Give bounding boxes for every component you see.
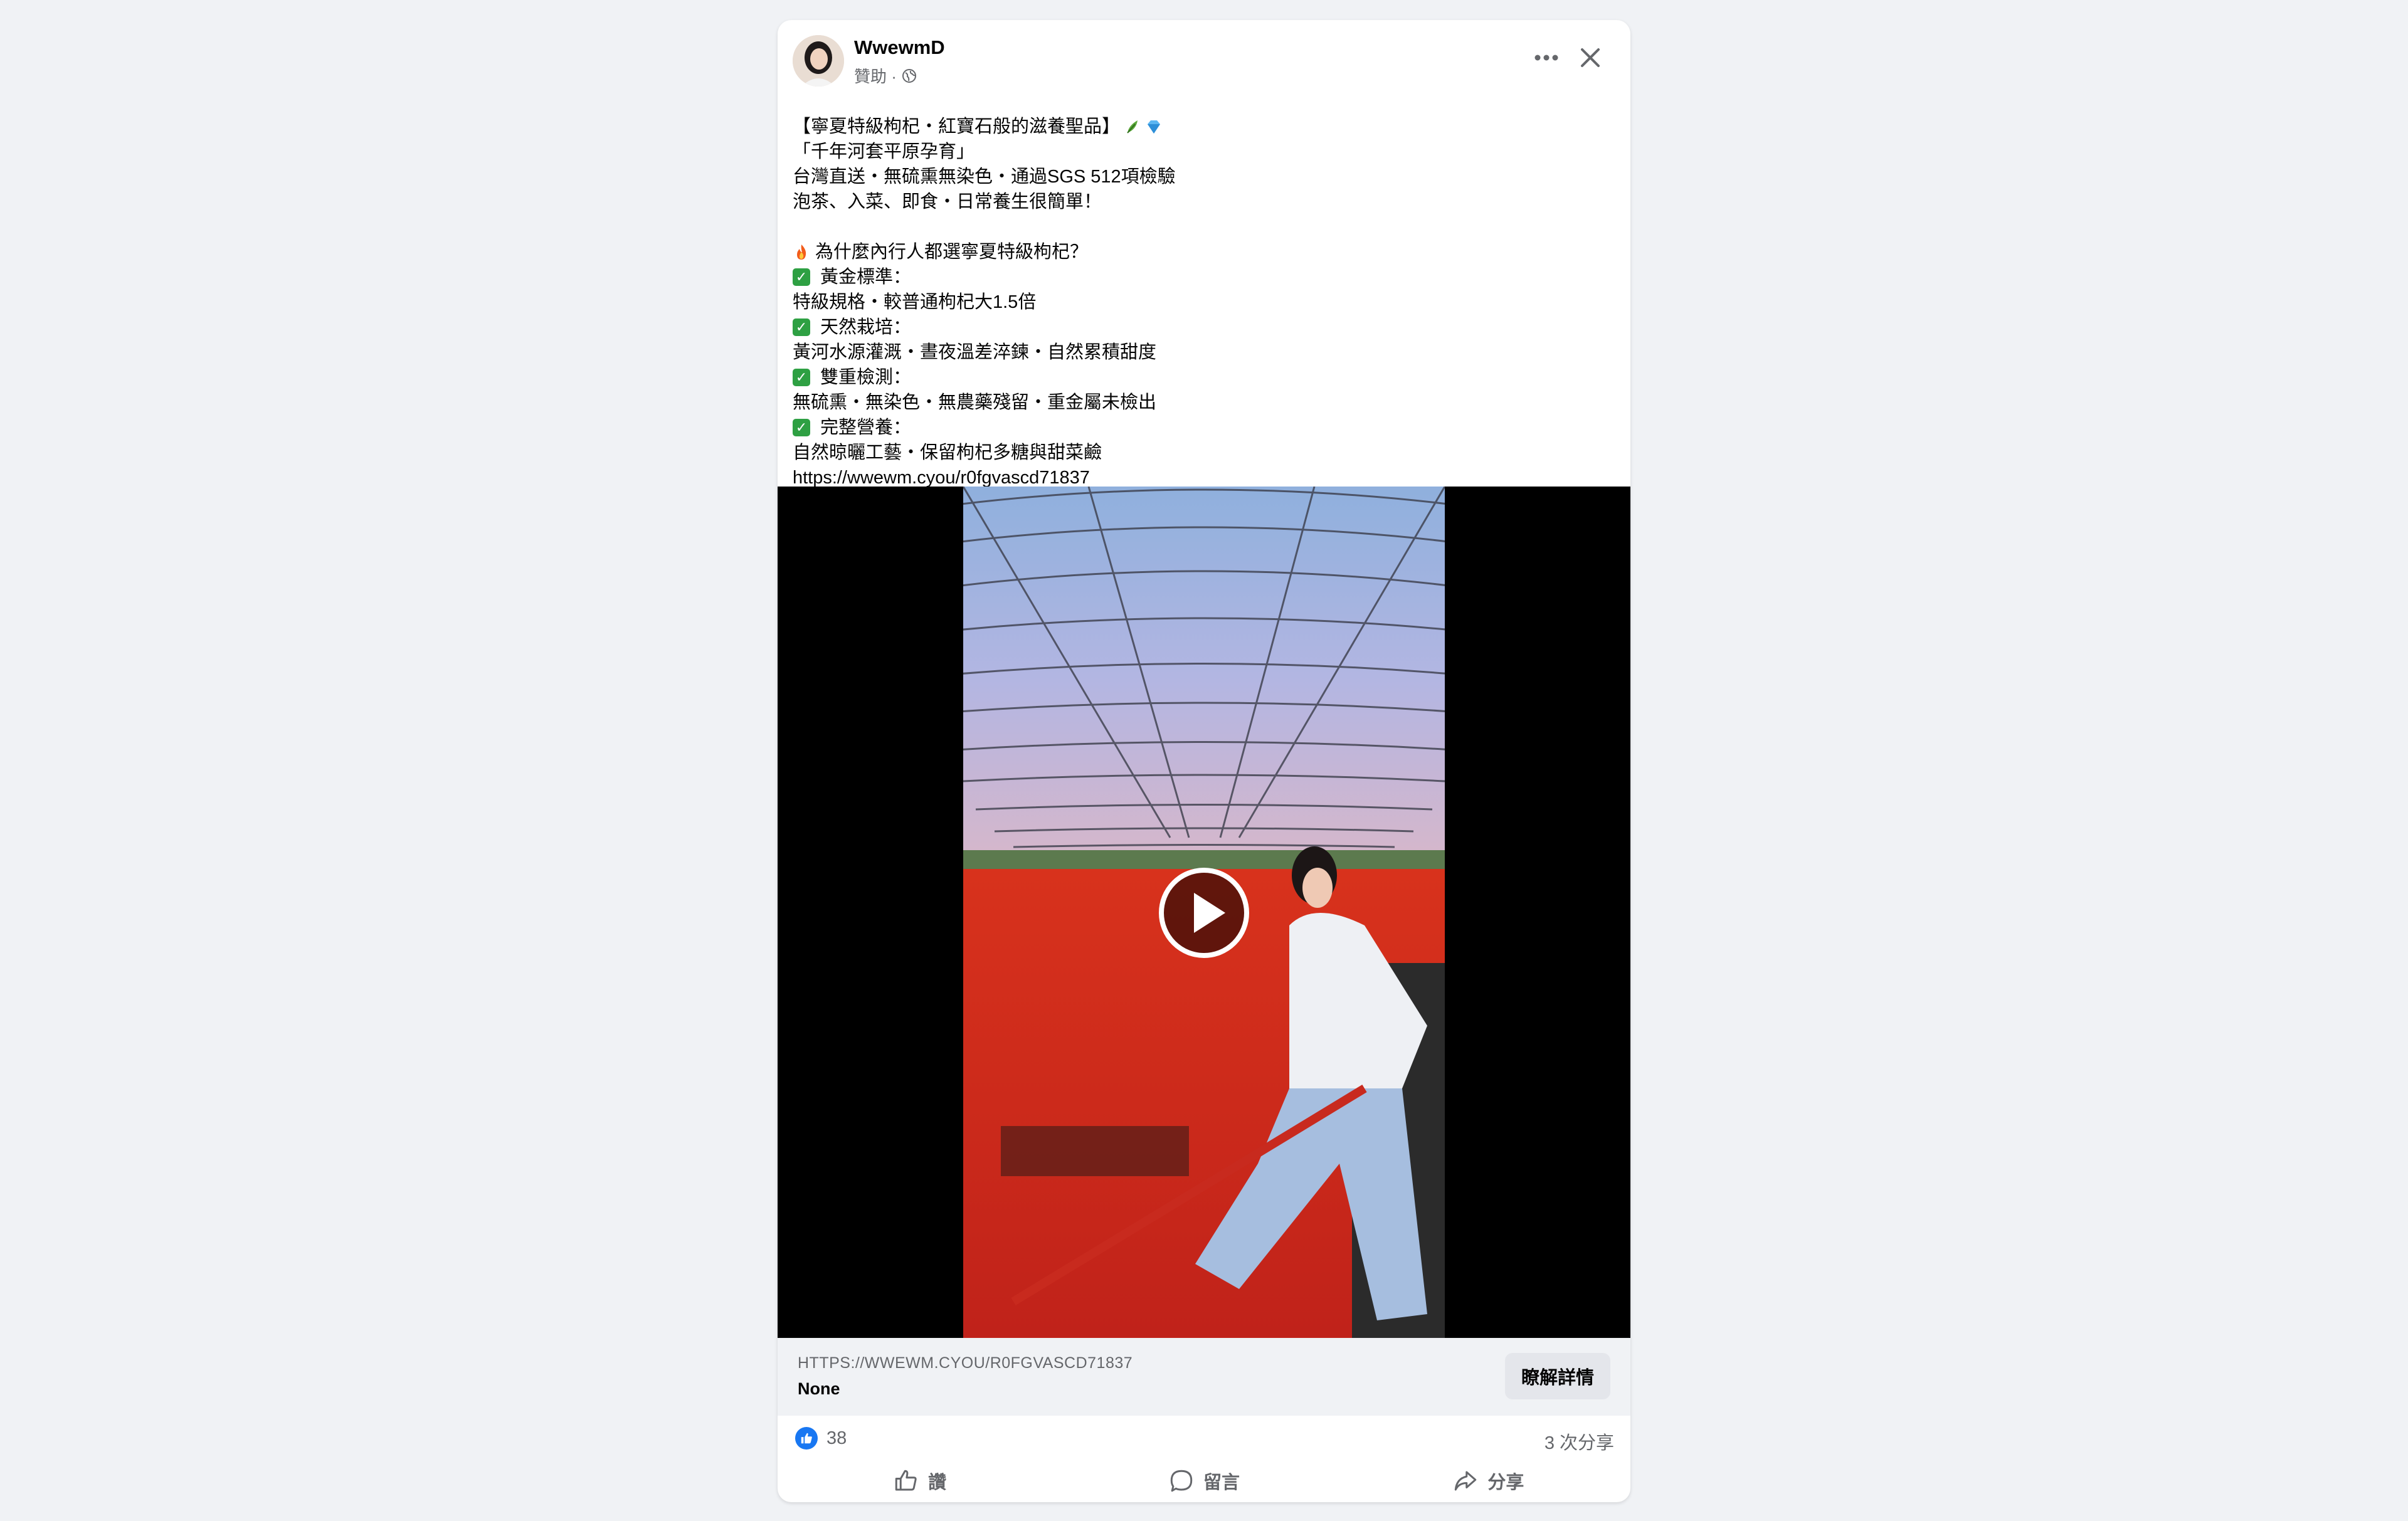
like-reaction-icon[interactable] <box>795 1427 818 1450</box>
action-bar: 讚 留言 分享 <box>778 1460 1630 1502</box>
post-header: WwewmD 贊助 · <box>778 20 1630 95</box>
post-line-text: 無硫熏・無染色・無農藥殘留・重金屬未檢出 <box>793 392 1157 413</box>
post-line: 特級規格・較普通枸杞大1.5倍 <box>793 290 1608 315</box>
post-line: 自然晾曬工藝・保留枸杞多糖與甜菜鹼 <box>793 440 1608 465</box>
post-line: 無硫熏・無染色・無農藥殘留・重金屬未檢出 <box>793 390 1608 415</box>
video-player[interactable] <box>778 487 1630 1338</box>
post-line: ✓ 黃金標準： <box>793 265 1608 290</box>
post-line-text: 【寧夏特級枸杞・紅寶石般的滋養聖品】 <box>793 117 1121 137</box>
like-label: 讚 <box>928 1473 947 1493</box>
post-line-text: 為什麼內行人都選寧夏特級枸杞？ <box>815 242 1089 262</box>
post-message: 【寧夏特級枸杞・紅寶石般的滋養聖品】 「千年河套平原孕育」 台灣直送・無硫熏無染… <box>793 114 1608 490</box>
share-count[interactable]: 3 次分享 <box>1545 1428 1614 1455</box>
check-icon: ✓ <box>793 318 810 336</box>
avatar[interactable] <box>793 35 844 87</box>
link-url: HTTPS://WWEWM.CYOU/R0FGVASCD71837 <box>798 1354 1133 1372</box>
close-icon <box>1581 48 1600 67</box>
sponsored-meta: 贊助 · <box>854 64 917 87</box>
post-line-text: 完整營養： <box>820 418 912 438</box>
share-label: 分享 <box>1487 1473 1524 1493</box>
post-line: ✓ 天然栽培： <box>793 315 1608 340</box>
comment-icon <box>1170 1470 1193 1492</box>
play-icon[interactable] <box>1158 866 1250 959</box>
post-line: 為什麼內行人都選寧夏特級枸杞？ <box>793 239 1608 265</box>
like-count[interactable]: 38 <box>826 1428 847 1449</box>
post-line-text: 泡茶、入菜、即食・日常養生很簡單！ <box>793 192 1102 212</box>
post-line-text: 雙重檢測： <box>820 367 912 387</box>
more-options-button[interactable] <box>1528 45 1565 70</box>
comment-button[interactable]: 留言 <box>1062 1460 1346 1502</box>
link-title: None <box>798 1379 840 1398</box>
share-button[interactable]: 分享 <box>1346 1460 1630 1502</box>
post-line: 【寧夏特級枸杞・紅寶石般的滋養聖品】 <box>793 114 1608 139</box>
check-icon: ✓ <box>793 419 810 436</box>
check-icon: ✓ <box>793 268 810 286</box>
post-line-text: 特級規格・較普通枸杞大1.5倍 <box>793 292 1037 312</box>
post-line-text: 「千年河套平原孕育」 <box>793 142 975 162</box>
learn-more-button[interactable]: 瞭解詳情 <box>1504 1353 1610 1399</box>
more-icon <box>1534 55 1558 61</box>
post-line: 黃河水源灌溉・晝夜溫差淬鍊・自然累積甜度 <box>793 340 1608 365</box>
like-button[interactable]: 讚 <box>778 1460 1062 1502</box>
post-line: 台灣直送・無硫熏無染色・通過SGS 512項檢驗 <box>793 164 1608 189</box>
close-button[interactable] <box>1573 40 1608 75</box>
post-line: 「千年河套平原孕育」 <box>793 139 1608 164</box>
post-line: 泡茶、入菜、即食・日常養生很簡單！ <box>793 189 1608 214</box>
post-line-text: 台灣直送・無硫熏無染色・通過SGS 512項檢驗 <box>793 167 1176 187</box>
herb-icon <box>1127 120 1138 134</box>
share-icon <box>1455 1471 1477 1491</box>
post-line-text: 黃河水源灌溉・晝夜溫差淬鍊・自然累積甜度 <box>793 342 1157 362</box>
link-preview[interactable]: HTTPS://WWEWM.CYOU/R0FGVASCD71837 None 瞭… <box>778 1338 1630 1416</box>
post-line-text: 自然晾曬工藝・保留枸杞多糖與甜菜鹼 <box>793 443 1102 463</box>
globe-icon <box>902 68 916 83</box>
sponsored-label: 贊助 · <box>854 67 897 86</box>
page-name[interactable]: WwewmD <box>854 36 945 59</box>
thumbs-up-icon <box>895 1470 917 1491</box>
fire-icon <box>797 245 806 260</box>
comment-label: 留言 <box>1203 1473 1240 1493</box>
post-line: ✓ 雙重檢測： <box>793 365 1608 390</box>
gem-icon <box>1148 120 1161 134</box>
reaction-stats: 38 3 次分享 <box>778 1416 1630 1460</box>
post-line-text: 天然栽培： <box>820 317 912 337</box>
post-line-text: 黃金標準： <box>820 267 912 287</box>
ad-post-card: WwewmD 贊助 · 【寧夏特級枸杞・紅寶石般的滋養聖品】 「千年河套平原孕育… <box>778 20 1630 1502</box>
post-line: ✓ 完整營養： <box>793 415 1608 440</box>
check-icon: ✓ <box>793 369 810 386</box>
